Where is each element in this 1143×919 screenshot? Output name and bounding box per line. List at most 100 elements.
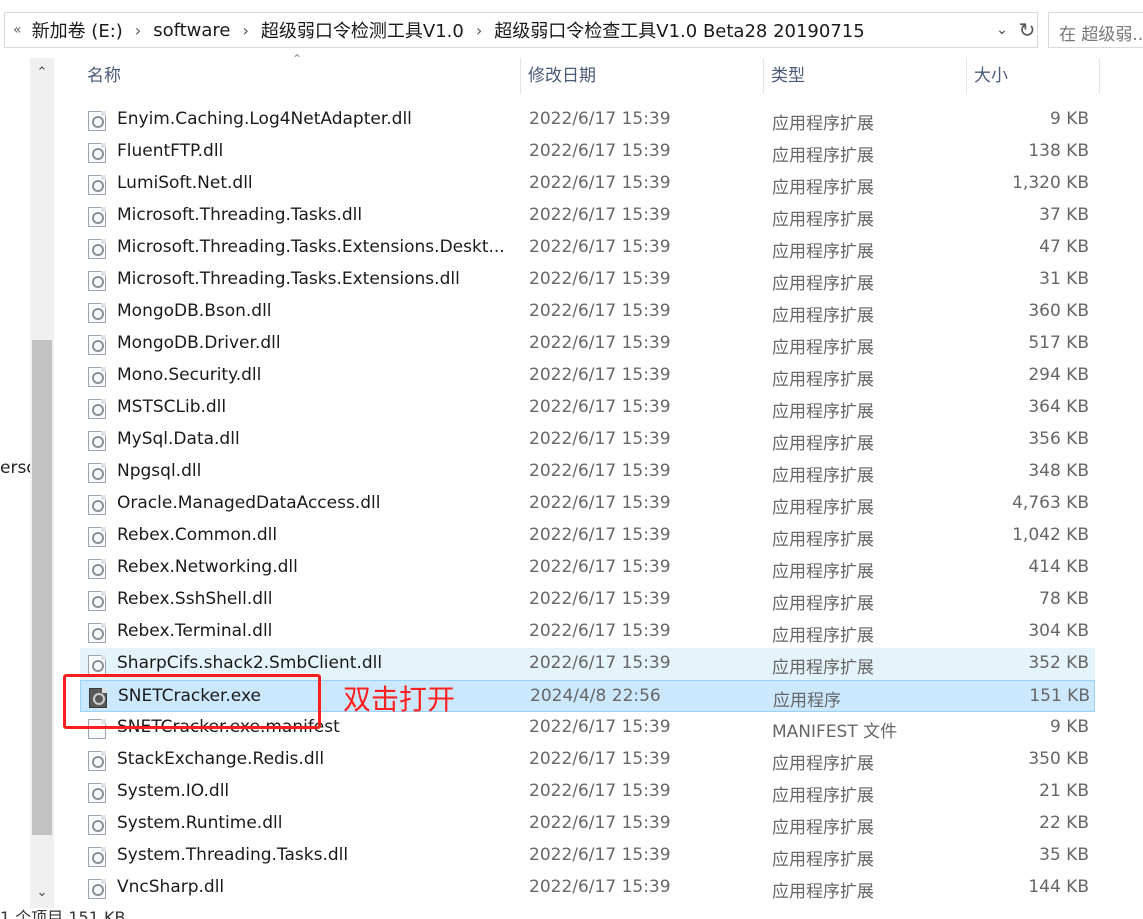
file-type: 应用程序扩展 bbox=[772, 114, 874, 134]
file-size: 360 KB bbox=[1028, 301, 1089, 321]
file-row[interactable]: MSTSCLib.dll 2022/6/17 15:39 应用程序扩展 364 KB bbox=[80, 392, 1095, 424]
file-size: 348 KB bbox=[1028, 461, 1089, 481]
column-header-size[interactable]: 大小 bbox=[967, 58, 1100, 94]
dll-file-icon bbox=[88, 847, 106, 867]
breadcrumb-drive[interactable]: 新加卷 (E:) bbox=[32, 17, 123, 43]
annotation-label: 双击打开 bbox=[343, 683, 456, 716]
file-row[interactable]: Enyim.Caching.Log4NetAdapter.dll 2022/6/1… bbox=[80, 104, 1095, 136]
dll-file-icon bbox=[88, 175, 106, 195]
file-name: MySql.Data.dll bbox=[117, 429, 240, 449]
file-row[interactable]: FluentFTP.dll 2022/6/17 15:39 应用程序扩展 138 KB bbox=[80, 136, 1095, 168]
scroll-down-icon[interactable]: ⌄ bbox=[30, 878, 54, 908]
file-name: MSTSCLib.dll bbox=[117, 397, 227, 417]
file-size: 414 KB bbox=[1028, 557, 1089, 577]
file-row[interactable]: Rebex.Terminal.dll 2022/6/17 15:39 应用程序扩展 3… bbox=[80, 616, 1095, 648]
scroll-up-icon[interactable]: ⌃ bbox=[30, 58, 54, 88]
dll-file-icon bbox=[88, 271, 106, 291]
file-modified-date: 2022/6/17 15:39 bbox=[529, 333, 671, 353]
file-row[interactable]: Rebex.Networking.dll 2022/6/17 15:39 应用程序扩… bbox=[80, 552, 1095, 584]
dll-file-icon bbox=[88, 463, 106, 483]
file-type: 应用程序扩展 bbox=[772, 754, 874, 774]
file-row[interactable]: Mono.Security.dll 2022/6/17 15:39 应用程序扩展 29… bbox=[80, 360, 1095, 392]
file-modified-date: 2022/6/17 15:39 bbox=[529, 877, 671, 897]
dll-file-icon bbox=[88, 239, 106, 259]
refresh-icon[interactable]: ↻ bbox=[1015, 18, 1039, 42]
file-row[interactable]: LumiSoft.Net.dll 2022/6/17 15:39 应用程序扩展 1,3… bbox=[80, 168, 1095, 200]
dll-file-icon bbox=[88, 495, 106, 515]
chevron-down-icon[interactable]: ⌄ bbox=[991, 18, 1013, 42]
chevron-double-left-icon[interactable]: « bbox=[13, 22, 22, 38]
file-size: 22 KB bbox=[1039, 813, 1089, 833]
search-input[interactable]: 在 超级弱... bbox=[1048, 12, 1143, 48]
dll-file-icon bbox=[88, 815, 106, 835]
file-row[interactable]: Microsoft.Threading.Tasks.Extensions.Des… bbox=[80, 232, 1095, 264]
file-modified-date: 2024/4/8 22:56 bbox=[530, 686, 661, 706]
chevron-right-icon[interactable]: › bbox=[135, 21, 141, 40]
file-name: FluentFTP.dll bbox=[117, 141, 224, 161]
file-name: MongoDB.Driver.dll bbox=[117, 333, 281, 353]
breadcrumb-current-folder[interactable]: 超级弱口令检查工具V1.0 Beta28 20190715 bbox=[494, 17, 864, 43]
file-type: 应用程序扩展 bbox=[772, 306, 874, 326]
file-row[interactable]: Rebex.Common.dll 2022/6/17 15:39 应用程序扩展 1,0… bbox=[80, 520, 1095, 552]
file-name: Rebex.Terminal.dll bbox=[117, 621, 273, 641]
file-type: 应用程序扩展 bbox=[772, 466, 874, 486]
file-row[interactable]: MongoDB.Bson.dll 2022/6/17 15:39 应用程序扩展 360… bbox=[80, 296, 1095, 328]
file-row[interactable]: Microsoft.Threading.Tasks.dll 2022/6/17 1… bbox=[80, 200, 1095, 232]
file-size: 352 KB bbox=[1028, 653, 1089, 673]
dll-file-icon bbox=[88, 143, 106, 163]
file-row[interactable]: Microsoft.Threading.Tasks.Extensions.dll… bbox=[80, 264, 1095, 296]
file-row[interactable]: System.IO.dll 2022/6/17 15:39 应用程序扩展 21 KB bbox=[80, 776, 1095, 808]
file-type: 应用程序扩展 bbox=[772, 818, 874, 838]
file-size: 4,763 KB bbox=[1012, 493, 1089, 513]
column-divider[interactable] bbox=[1099, 58, 1100, 94]
file-name: MongoDB.Bson.dll bbox=[117, 301, 272, 321]
file-modified-date: 2022/6/17 15:39 bbox=[529, 493, 671, 513]
file-type: 应用程序扩展 bbox=[772, 402, 874, 422]
file-type: 应用程序 bbox=[773, 691, 841, 711]
file-row[interactable]: MySql.Data.dll 2022/6/17 15:39 应用程序扩展 356 K… bbox=[80, 424, 1095, 456]
file-row[interactable]: Rebex.SshShell.dll 2022/6/17 15:39 应用程序扩展 7… bbox=[80, 584, 1095, 616]
file-type: 应用程序扩展 bbox=[772, 210, 874, 230]
file-modified-date: 2022/6/17 15:39 bbox=[529, 173, 671, 193]
file-modified-date: 2022/6/17 15:39 bbox=[529, 749, 671, 769]
file-modified-date: 2022/6/17 15:39 bbox=[529, 781, 671, 801]
file-type: 应用程序扩展 bbox=[772, 274, 874, 294]
dll-file-icon bbox=[88, 623, 106, 643]
address-row: « 新加卷 (E:) › software › 超级弱口令检测工具V1.0 › … bbox=[0, 0, 1143, 58]
dll-file-icon bbox=[88, 303, 106, 323]
breadcrumb-tool-folder[interactable]: 超级弱口令检测工具V1.0 bbox=[261, 17, 464, 43]
address-bar[interactable]: « 新加卷 (E:) › software › 超级弱口令检测工具V1.0 › … bbox=[4, 12, 1038, 48]
file-name: LumiSoft.Net.dll bbox=[117, 173, 253, 193]
file-row[interactable]: System.Runtime.dll 2022/6/17 15:39 应用程序扩展 2… bbox=[80, 808, 1095, 840]
chevron-right-icon[interactable]: › bbox=[476, 21, 482, 40]
file-size: 138 KB bbox=[1028, 141, 1089, 161]
file-name: System.IO.dll bbox=[117, 781, 230, 801]
file-modified-date: 2022/6/17 15:39 bbox=[529, 237, 671, 257]
file-modified-date: 2022/6/17 15:39 bbox=[529, 461, 671, 481]
column-header-type-label: 类型 bbox=[771, 66, 805, 86]
file-row[interactable]: Oracle.ManagedDataAccess.dll 2022/6/17 15… bbox=[80, 488, 1095, 520]
file-name: SharpCifs.shack2.SmbClient.dll bbox=[117, 653, 383, 673]
scrollbar-thumb[interactable] bbox=[32, 340, 52, 835]
file-type: 应用程序扩展 bbox=[772, 658, 874, 678]
file-type: 应用程序扩展 bbox=[772, 146, 874, 166]
breadcrumb-software[interactable]: software bbox=[153, 20, 230, 41]
column-header-type[interactable]: 类型 bbox=[764, 58, 966, 94]
nav-scrollbar[interactable]: ⌃ ⌄ bbox=[30, 58, 54, 908]
file-list: Enyim.Caching.Log4NetAdapter.dll 2022/6/1… bbox=[80, 96, 1100, 906]
file-row[interactable]: StackExchange.Redis.dll 2022/6/17 15:39 应用… bbox=[80, 744, 1095, 776]
file-row[interactable]: VncSharp.dll 2022/6/17 15:39 应用程序扩展 144 KB bbox=[80, 872, 1095, 904]
dll-file-icon bbox=[88, 335, 106, 355]
chevron-right-icon[interactable]: › bbox=[243, 21, 249, 40]
column-header-date[interactable]: 修改日期 bbox=[521, 58, 763, 94]
file-size: 294 KB bbox=[1028, 365, 1089, 385]
dll-file-icon bbox=[88, 591, 106, 611]
file-type: 应用程序扩展 bbox=[772, 370, 874, 390]
file-size: 304 KB bbox=[1028, 621, 1089, 641]
file-row[interactable]: Npgsql.dll 2022/6/17 15:39 应用程序扩展 348 KB bbox=[80, 456, 1095, 488]
file-size: 9 KB bbox=[1049, 717, 1089, 737]
file-row[interactable]: MongoDB.Driver.dll 2022/6/17 15:39 应用程序扩展 5… bbox=[80, 328, 1095, 360]
file-type: 应用程序扩展 bbox=[772, 530, 874, 550]
file-size: 350 KB bbox=[1028, 749, 1089, 769]
file-row[interactable]: System.Threading.Tasks.dll 2022/6/17 15:3… bbox=[80, 840, 1095, 872]
